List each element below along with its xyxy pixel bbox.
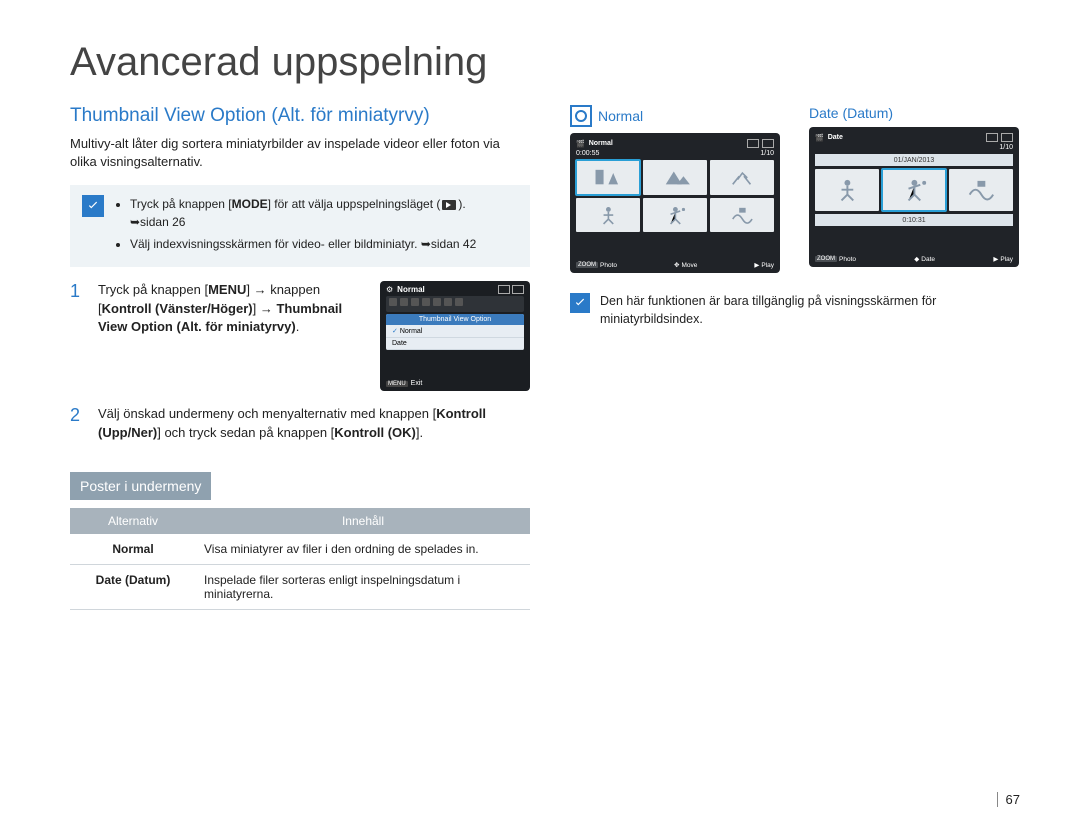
step-1: 1 Tryck på knappen [MENU] → knappen [Kon…	[70, 281, 530, 391]
menu-option-date: Date	[386, 338, 524, 350]
thumbnail-cell	[643, 198, 707, 233]
check-icon	[82, 195, 104, 217]
footnote: Den här funktionen är bara tillgänglig p…	[570, 293, 1030, 328]
thumbnail-cell	[815, 169, 879, 211]
step-number: 2	[70, 405, 84, 441]
count: 1/10	[760, 150, 774, 157]
thumbnail-cell	[949, 169, 1013, 211]
count: 1/10	[999, 144, 1013, 151]
card-icon	[498, 285, 510, 294]
menu-screenshot: ⚙ Normal Thumbnail View Option Normal Da…	[380, 281, 530, 391]
page-number: 67	[997, 792, 1020, 807]
menu-key-badge: MENU	[386, 381, 408, 387]
card-icon	[747, 139, 759, 148]
thumb-label-date: Date (Datum)	[809, 105, 893, 121]
playback-mode-icon	[442, 200, 456, 210]
thumbnail-cell	[882, 169, 946, 211]
camera-screen-normal: 🎬 Normal 0:00:55 1/10	[570, 133, 780, 273]
table-row: Date (Datum) Inspelade filer sorteras en…	[70, 564, 530, 609]
thumbnail-cell	[576, 160, 640, 195]
battery-icon	[1001, 133, 1013, 142]
section-heading: Thumbnail View Option (Alt. för miniatyr…	[70, 105, 530, 127]
check-icon	[570, 293, 590, 313]
menu-option-normal: Normal	[386, 325, 524, 338]
time-bar: 0:10:31	[815, 214, 1013, 226]
date-bar: 01/JAN/2013	[815, 154, 1013, 166]
thumbnail-cell	[576, 198, 640, 233]
step-number: 1	[70, 281, 84, 391]
gear-icon: ⚙	[386, 285, 393, 294]
note-box: Tryck på knappen [MODE] för att välja up…	[70, 185, 530, 267]
magnifier-icon	[570, 105, 592, 127]
table-header-innehall: Innehåll	[196, 508, 530, 534]
camera-screen-date: 🎬 Date 1/10 01/JAN/2013	[809, 127, 1019, 267]
thumbnail-cell	[643, 160, 707, 195]
table-row: Normal Visa miniatyrer av filer i den or…	[70, 534, 530, 565]
options-table: Alternativ Innehåll Normal Visa miniatyr…	[70, 508, 530, 610]
timecode: 0:00:55	[576, 150, 599, 157]
thumb-label-normal: Normal	[598, 108, 643, 124]
battery-icon	[762, 139, 774, 148]
note-item-2: Välj indexvisningsskärmen för video- ell…	[130, 235, 476, 253]
battery-icon	[512, 285, 524, 294]
note-item-1: Tryck på knappen [MODE] för att välja up…	[130, 195, 476, 231]
chapter-title: Avancerad uppspelning	[70, 40, 1030, 85]
intro-text: Multivy-alt låter dig sortera miniatyrbi…	[70, 135, 530, 171]
thumbnail-cell	[710, 160, 774, 195]
menu-icon-row	[386, 296, 524, 312]
step-2: 2 Välj önskad undermeny och menyalternat…	[70, 405, 530, 441]
card-icon	[986, 133, 998, 142]
table-header-alternativ: Alternativ	[70, 508, 196, 534]
submenu-heading: Poster i undermeny	[70, 472, 211, 500]
thumbnail-cell	[710, 198, 774, 233]
video-icon: 🎬	[815, 134, 824, 142]
menu-panel-title: Thumbnail View Option	[386, 314, 524, 325]
video-icon: 🎬	[576, 140, 585, 148]
